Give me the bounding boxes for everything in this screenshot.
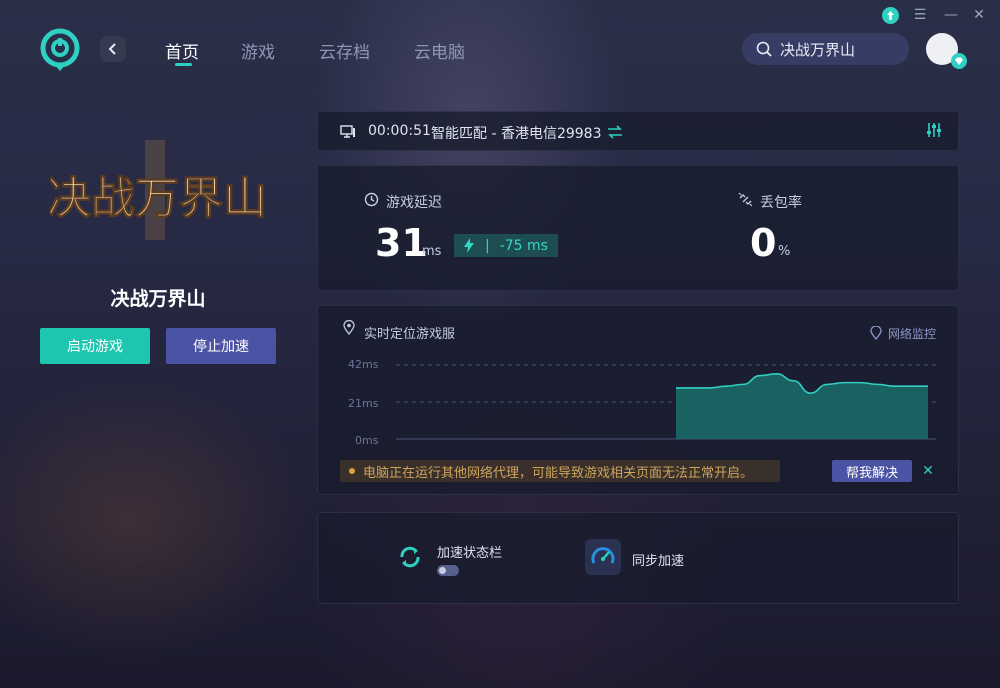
packet-loss-unit: % <box>778 244 791 259</box>
app-logo-icon <box>40 28 80 71</box>
chevron-left-icon <box>108 43 116 55</box>
latency-delta: -75 ms <box>499 237 548 254</box>
tab-cloud-pc[interactable]: 云电脑 <box>414 38 465 63</box>
network-monitor-link[interactable]: 网络监控 <box>888 325 936 342</box>
sync-boost-label: 同步加速 <box>632 554 685 569</box>
search-input[interactable]: 决战万界山 <box>742 33 909 65</box>
latency-value: 31 <box>375 221 428 265</box>
packet-loss-label: 丢包率 <box>760 195 802 211</box>
latency-improvement-badge: | -75 ms <box>454 234 558 257</box>
back-button[interactable] <box>100 36 126 62</box>
status-bar-toggle[interactable] <box>437 565 459 576</box>
axis-label-42: 42ms <box>348 358 379 371</box>
minimize-button[interactable]: — <box>942 6 960 24</box>
latency-area <box>676 373 928 439</box>
speedometer-icon <box>591 547 615 564</box>
warning-text: 电脑正在运行其他网络代理，可能导致游戏相关页面无法正常开启。 <box>363 465 754 481</box>
menu-icon[interactable]: ☰ <box>911 6 929 24</box>
lightning-icon <box>464 238 474 253</box>
sync-boost-tool[interactable] <box>585 539 621 575</box>
vip-diamond-icon <box>951 53 967 69</box>
settings-sliders-icon[interactable] <box>925 121 943 143</box>
latency-label: 游戏延迟 <box>386 195 442 211</box>
help-fix-button[interactable]: 帮我解决 <box>832 460 912 482</box>
status-bar-tool[interactable] <box>394 541 426 577</box>
clock-icon <box>364 192 379 211</box>
tab-cloud-save[interactable]: 云存档 <box>319 38 370 63</box>
network-monitor-icon[interactable] <box>870 325 882 344</box>
stop-boost-button[interactable]: 停止加速 <box>166 328 276 364</box>
close-button[interactable]: ✕ <box>970 6 988 24</box>
monitor-icon <box>340 124 356 143</box>
svg-text:决战万界山: 决战万界山 <box>50 173 264 224</box>
swap-icon[interactable] <box>607 124 623 143</box>
search-value: 决战万界山 <box>780 40 856 59</box>
app-window: ☰ — ✕ 首页 游戏 云存档 云电脑 决战万界山 决战万界山 决战万界山 启动… <box>0 0 1000 688</box>
location-pin-icon <box>343 319 355 339</box>
monitor-title: 实时定位游戏服 <box>364 327 456 342</box>
proxy-warning: 电脑正在运行其他网络代理，可能导致游戏相关页面无法正常开启。 <box>340 460 780 482</box>
latency-chart <box>396 364 936 440</box>
axis-label-21: 21ms <box>348 397 379 410</box>
tab-games[interactable]: 游戏 <box>241 38 275 63</box>
close-warning-icon[interactable]: ✕ <box>920 462 936 480</box>
game-title: 决战万界山 <box>110 288 206 310</box>
route-info: 智能匹配 - 香港电信29983 <box>431 126 602 142</box>
game-logo: 决战万界山 <box>47 135 268 245</box>
search-icon <box>756 41 772 57</box>
tab-home[interactable]: 首页 <box>165 38 199 63</box>
latency-unit: ms <box>422 244 442 259</box>
boost-timer: 00:00:51 <box>368 123 431 139</box>
start-game-button[interactable]: 启动游戏 <box>40 328 150 364</box>
packet-loss-value: 0 <box>750 221 777 265</box>
warning-dot-icon <box>349 468 355 474</box>
toggle-knob <box>439 567 446 574</box>
active-tab-indicator <box>175 63 192 66</box>
status-bar-label: 加速状态栏 <box>437 546 503 561</box>
refresh-cycle-icon <box>400 546 420 568</box>
update-icon[interactable] <box>882 7 899 24</box>
broken-link-icon <box>738 192 753 211</box>
axis-label-0: 0ms <box>355 434 379 447</box>
